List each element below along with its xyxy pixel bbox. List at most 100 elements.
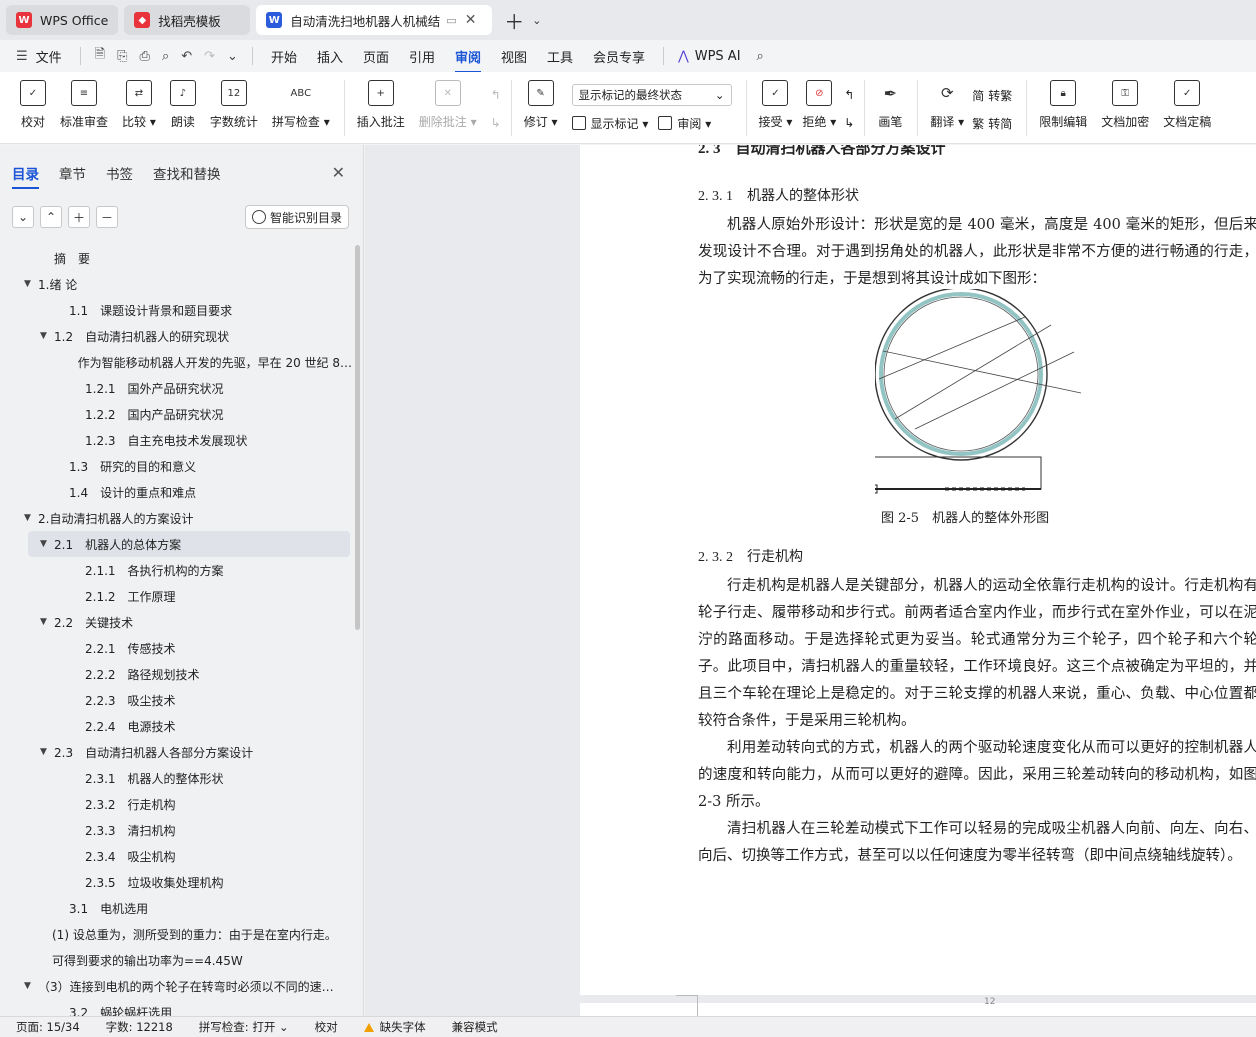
- toc-item[interactable]: 2.1.1 各执行机构的方案: [0, 557, 352, 583]
- menu-tools[interactable]: 工具: [547, 47, 573, 66]
- toc-item[interactable]: 1.2.2 国内产品研究状况: [0, 401, 352, 427]
- toc-item[interactable]: 作为智能移动机器人开发的先驱，早在 20 世纪 8…: [0, 349, 352, 375]
- standard-review-button[interactable]: ≡ 标准审查: [60, 72, 108, 144]
- doc-encrypt-button[interactable]: ⚿ 文档加密: [1101, 72, 1149, 144]
- proofread-button[interactable]: ✓ 校对: [20, 72, 46, 144]
- toc-item[interactable]: ▼ （3）连接到电机的两个轮子在转弯时必须以不同的速…: [0, 973, 352, 999]
- monitor-icon[interactable]: ▭: [446, 14, 456, 27]
- menu-review[interactable]: 审阅: [455, 47, 482, 73]
- toc-item[interactable]: 1.3 研究的目的和意义: [0, 453, 352, 479]
- pen-button[interactable]: ✒ 画笔: [877, 72, 903, 144]
- next-comment-icon[interactable]: ↳: [491, 112, 501, 134]
- add-heading-icon[interactable]: ＋: [68, 206, 90, 228]
- tab-bookmarks[interactable]: 书签: [106, 163, 133, 183]
- toc-item[interactable]: 2.3.3 清扫机构: [0, 817, 352, 843]
- tab-chapters[interactable]: 章节: [59, 163, 86, 183]
- insert-comment-button[interactable]: + 插入批注: [357, 72, 405, 144]
- expand-arrow-icon[interactable]: ▼: [40, 617, 54, 627]
- toc-item[interactable]: ▼ 2.自动清扫机器人的方案设计: [0, 505, 352, 531]
- menu-wps-ai[interactable]: WPS AI: [695, 49, 741, 64]
- print-icon[interactable]: ⎙: [140, 49, 150, 64]
- missing-font-indicator[interactable]: 缺失字体: [363, 1019, 426, 1035]
- to-simplified-button[interactable]: 繁转简: [972, 112, 1012, 134]
- toc-item[interactable]: 2.3.2 行走机构: [0, 791, 352, 817]
- menu-reference[interactable]: 引用: [409, 47, 435, 66]
- expand-arrow-icon[interactable]: ▼: [40, 331, 54, 341]
- spell-check-button[interactable]: ABC 拼写检查 ▾: [272, 72, 330, 144]
- menu-member[interactable]: 会员专享: [593, 47, 645, 66]
- smart-toc-button[interactable]: 智能识别目录: [244, 205, 349, 229]
- collapse-all-icon[interactable]: ⌄: [12, 206, 34, 228]
- next-change-icon[interactable]: ↳: [844, 112, 854, 134]
- compare-button[interactable]: ⇄ 比较 ▾: [122, 72, 156, 144]
- doc-finalize-button[interactable]: ✓ 文档定稿: [1163, 72, 1211, 144]
- word-count-indicator[interactable]: 字数: 12218: [106, 1019, 173, 1035]
- print-preview-icon[interactable]: ⌕: [162, 49, 169, 64]
- tab-wps-office[interactable]: W WPS Office: [6, 5, 119, 35]
- toc-item[interactable]: 2.1.2 工作原理: [0, 583, 352, 609]
- revise-button[interactable]: ✎ 修订 ▾: [524, 72, 558, 144]
- to-traditional-button[interactable]: 简转繁: [972, 84, 1012, 106]
- toc-item[interactable]: 1.4 设计的重点和难点: [0, 479, 352, 505]
- reject-button[interactable]: ⊘ 拒绝 ▾: [802, 72, 836, 144]
- delete-comment-button[interactable]: ✕ 删除批注 ▾: [419, 72, 477, 144]
- tab-daoke-template[interactable]: ◆ 找稻壳模板: [124, 5, 251, 35]
- toc-item[interactable]: ▼ 1.绪 论: [0, 271, 352, 297]
- markup-display-select[interactable]: 显示标记的最终状态 ⌄: [571, 84, 732, 106]
- toc-item[interactable]: ▼ 2.1 机器人的总体方案: [28, 531, 350, 557]
- menu-insert[interactable]: 插入: [317, 47, 343, 66]
- close-panel-icon[interactable]: ✕: [332, 163, 345, 182]
- proofread-indicator[interactable]: 校对: [315, 1019, 338, 1035]
- more-chevron-icon[interactable]: ⌄: [227, 49, 238, 64]
- toc-item[interactable]: ▼ 2.2 关键技术: [0, 609, 352, 635]
- toc-item[interactable]: ▼ 2.3 自动清扫机器人各部分方案设计: [0, 739, 352, 765]
- expand-arrow-icon[interactable]: ▼: [40, 747, 54, 757]
- review-pane-button[interactable]: 审阅 ▾: [677, 115, 711, 132]
- prev-change-icon[interactable]: ↰: [844, 84, 854, 106]
- hamburger-icon[interactable]: ☰: [16, 49, 28, 64]
- menu-page[interactable]: 页面: [363, 47, 389, 66]
- toc-item[interactable]: 2.2.3 吸尘技术: [0, 687, 352, 713]
- read-aloud-button[interactable]: ♪ 朗读: [169, 72, 196, 144]
- translate-button[interactable]: ⟳ 翻译 ▾: [930, 72, 964, 144]
- tab-toc[interactable]: 目录: [12, 163, 39, 189]
- toc-scrollbar[interactable]: [355, 245, 360, 630]
- toc-item[interactable]: 2.3.4 吸尘机构: [0, 843, 352, 869]
- undo-icon[interactable]: ↶: [181, 49, 192, 64]
- word-count-button[interactable]: 12 字数统计: [210, 72, 258, 144]
- menu-view[interactable]: 视图: [501, 47, 527, 66]
- toc-item[interactable]: 摘 要: [0, 245, 352, 271]
- close-tab-icon[interactable]: ✕: [465, 12, 477, 28]
- save-icon[interactable]: 🗎: [95, 45, 105, 67]
- expand-arrow-icon[interactable]: ▼: [24, 513, 38, 523]
- toc-item[interactable]: 1.2.1 国外产品研究状况: [0, 375, 352, 401]
- redo-icon[interactable]: ↷: [204, 49, 215, 64]
- expand-arrow-icon[interactable]: ▼: [24, 981, 38, 991]
- toc-item[interactable]: 1.1 课题设计背景和题目要求: [0, 297, 352, 323]
- prev-comment-icon[interactable]: ↰: [491, 84, 501, 106]
- tab-find-replace[interactable]: 查找和替换: [153, 163, 221, 183]
- chevron-down-icon[interactable]: ⌄: [532, 14, 541, 27]
- remove-heading-icon[interactable]: －: [96, 206, 118, 228]
- expand-arrow-icon[interactable]: ▼: [24, 279, 38, 289]
- toc-item[interactable]: 1.2.3 自主充电技术发展现状: [0, 427, 352, 453]
- export-icon[interactable]: ⎘: [117, 49, 127, 64]
- accept-button[interactable]: ✓ 接受 ▾: [759, 72, 792, 144]
- spell-check-toggle[interactable]: 拼写检查: 打开 ⌄: [199, 1019, 289, 1035]
- restrict-edit-button[interactable]: 🔒︎ 限制编辑: [1039, 72, 1087, 144]
- toc-item[interactable]: ▼ 1.2 自动清扫机器人的研究现状: [0, 323, 352, 349]
- document-page[interactable]: 2. 3 自动清扫机器人各部分方案设计 2. 3. 1 机器人的整体形状 机器人…: [580, 145, 1256, 995]
- document-canvas[interactable]: 2. 3 自动清扫机器人各部分方案设计 2. 3. 1 机器人的整体形状 机器人…: [365, 145, 1256, 1016]
- toc-item[interactable]: 2.3.1 机器人的整体形状: [0, 765, 352, 791]
- expand-arrow-icon[interactable]: ▼: [40, 539, 54, 549]
- toc-item[interactable]: 2.2.1 传感技术: [0, 635, 352, 661]
- menu-start[interactable]: 开始: [271, 47, 297, 66]
- toc-item[interactable]: 可得到要求的输出功率为==4.45W: [0, 947, 352, 973]
- toc-item[interactable]: 2.3.5 垃圾收集处理机构: [0, 869, 352, 895]
- tab-document[interactable]: W 自动清洗扫地机器人机械结构 ▭ ✕: [256, 5, 493, 35]
- new-tab-icon[interactable]: ＋: [504, 6, 524, 35]
- toc-item[interactable]: 3.1 电机选用: [0, 895, 352, 921]
- search-icon[interactable]: ⌕: [757, 49, 764, 64]
- toc-item[interactable]: 2.2.2 路径规划技术: [0, 661, 352, 687]
- toc-item[interactable]: (1) 设总重为，测所受到的重力：由于是在室内行走。: [0, 921, 352, 947]
